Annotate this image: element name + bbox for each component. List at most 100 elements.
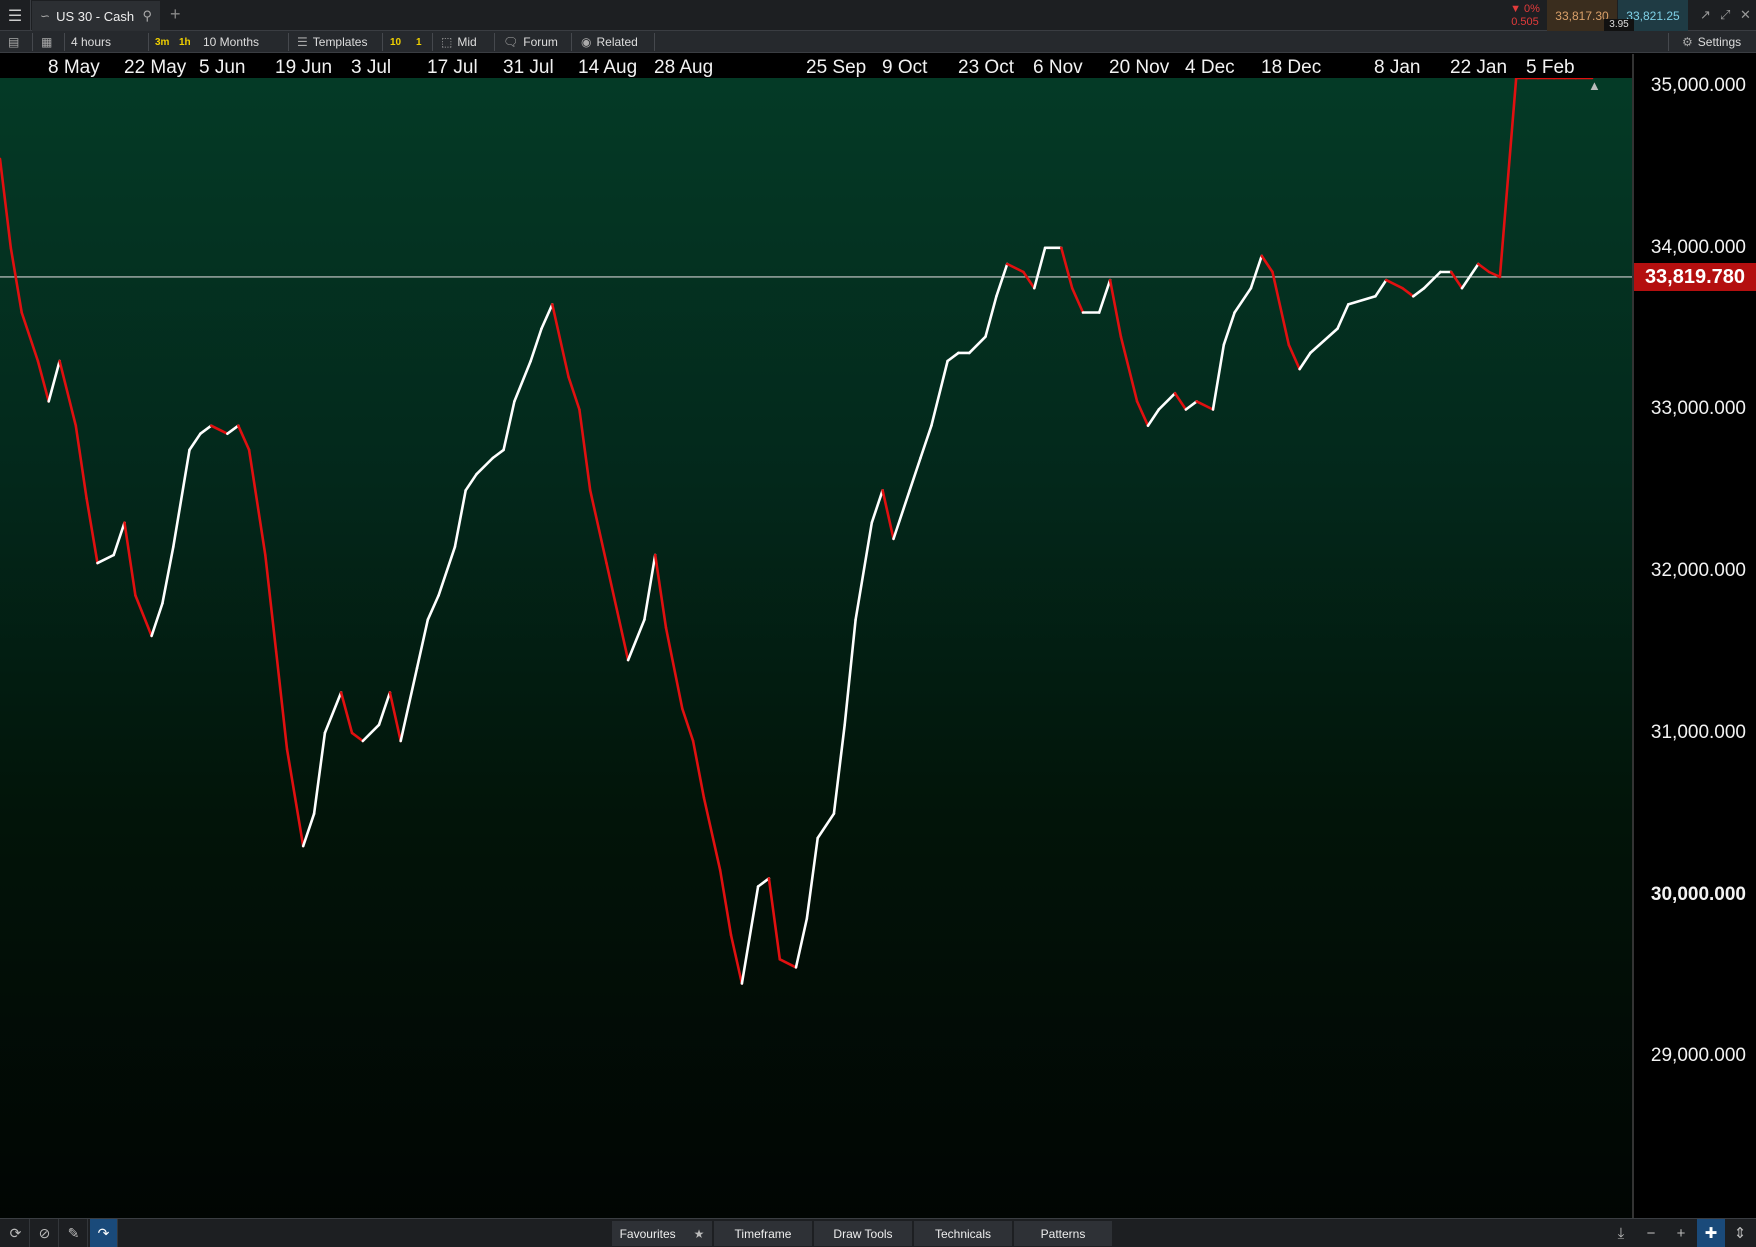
refresh-icon[interactable]: ⟳ <box>2 1219 30 1247</box>
favourites-label: Favourites <box>619 1226 676 1241</box>
badge-1[interactable]: 1 <box>416 31 422 53</box>
star-icon[interactable]: ★ <box>694 1227 705 1241</box>
price-chart[interactable]: ▲ <box>0 78 1632 1218</box>
price-line-segment <box>161 545 175 605</box>
price-line-segment <box>1309 327 1339 355</box>
search-icon[interactable]: ⚲ <box>142 8 152 24</box>
price-tick-label: 33,000.000 <box>1650 398 1746 419</box>
badge-10[interactable]: 10 <box>390 31 401 53</box>
price-line-segment <box>85 497 99 565</box>
price-line-segment <box>172 448 191 549</box>
favourites-tab[interactable]: Favourites ★ <box>612 1221 712 1246</box>
price-line-segment <box>805 836 820 921</box>
price-line-segment <box>1211 343 1226 411</box>
price-line-segment <box>9 246 24 314</box>
price-axis[interactable]: 33,819.780 35,000.000 34,000.000 33,000.00… <box>1632 54 1756 1218</box>
price-line-segment <box>967 335 987 355</box>
zoom-in-icon[interactable]: + <box>1667 1219 1695 1247</box>
price-line-segment <box>361 723 381 743</box>
download-icon[interactable]: ⤓ <box>1607 1219 1635 1247</box>
price-line-segment <box>464 472 478 492</box>
price-line-segment <box>20 311 40 363</box>
price-line-segment <box>150 602 164 638</box>
timeframe-tab[interactable]: Timeframe <box>714 1221 812 1246</box>
date-axis: 8 May 22 May 5 Jun 19 Jun 3 Jul 17 Jul 31 Jul 1… <box>0 54 1632 78</box>
price-line-segment <box>1233 286 1253 314</box>
interval-selector[interactable]: 4 hours <box>71 31 111 53</box>
price-line-segment <box>475 456 495 476</box>
forum-label: Forum <box>523 35 558 49</box>
forum-button[interactable]: 🗨 Forum <box>503 31 558 53</box>
date-tick-label: 14 Aug <box>578 57 638 78</box>
related-label: Related <box>596 35 638 49</box>
price-line-segment <box>626 618 646 662</box>
price-line-segment <box>588 488 608 565</box>
date-tick-label: 18 Dec <box>1261 57 1322 78</box>
price-tick-label: 32,000.000 <box>1650 560 1746 581</box>
expand-icon[interactable]: ⤢ <box>1720 7 1730 23</box>
date-tick-label: 5 Feb <box>1526 57 1575 78</box>
new-tab-button[interactable]: + <box>170 4 181 25</box>
date-tick-label: 25 Sep <box>806 57 867 78</box>
fit-vertical-icon[interactable]: ⇕ <box>1726 1219 1754 1247</box>
popout-icon[interactable]: ↗ <box>1700 7 1711 23</box>
cursor-tool-icon[interactable]: ↷ <box>90 1219 118 1247</box>
layout-grid-icon[interactable]: ▦ <box>41 31 52 53</box>
price-line-segment <box>1412 286 1426 298</box>
price-line-segment <box>415 618 430 670</box>
patterns-tab[interactable]: Patterns <box>1014 1221 1112 1246</box>
spread-badge: 3.95 <box>1604 19 1634 31</box>
settings-label: Settings <box>1697 35 1742 49</box>
date-tick-label: 22 Jan <box>1450 57 1508 78</box>
price-line-segment <box>1477 262 1491 274</box>
price-line-segment <box>843 618 857 727</box>
price-line-segment <box>1070 286 1085 314</box>
price-line-segment <box>188 432 202 452</box>
quick-interval-3m[interactable]: 3m <box>155 31 169 53</box>
hamburger-menu-icon[interactable]: ☰ <box>0 0 31 31</box>
price-line-segment <box>946 351 960 363</box>
change-value: 0.505 <box>1511 15 1539 28</box>
related-button[interactable]: ◉ Related <box>581 31 638 53</box>
mid-price-button[interactable]: ⬚ Mid <box>441 31 477 53</box>
zoom-out-icon[interactable]: − <box>1637 1219 1665 1247</box>
settings-button[interactable]: ⚙ Settings <box>1682 31 1741 53</box>
price-line-segment <box>399 666 419 743</box>
crosshair-icon[interactable]: ✚ <box>1697 1219 1725 1247</box>
price-line-segment <box>1260 254 1274 274</box>
price-line-segment <box>729 933 744 985</box>
price-line-segment <box>870 488 884 525</box>
pencil-icon[interactable]: ✎ <box>60 1219 88 1247</box>
draw-tools-tab[interactable]: Draw Tools <box>814 1221 912 1246</box>
price-line-segment <box>96 553 115 565</box>
templates-label: Templates <box>312 35 368 49</box>
bottom-bar: ⟳ ⊘ ✎ ↷ Favourites ★ Timeframe Draw Tool… <box>0 1218 1756 1247</box>
change-percent: ▼ 0% <box>1510 2 1540 15</box>
price-line-segment <box>350 731 365 743</box>
technicals-tab[interactable]: Technicals <box>914 1221 1012 1246</box>
price-line-segment <box>702 796 722 872</box>
list-icon[interactable]: ▤ <box>8 31 19 53</box>
date-tick-label: 20 Nov <box>1109 57 1170 78</box>
price-line-segment <box>1005 262 1025 274</box>
price-change: ▼ 0% 0.505 <box>1504 0 1546 31</box>
quick-interval-1h[interactable]: 1h <box>179 31 191 53</box>
price-line-chart[interactable] <box>0 78 1632 1218</box>
price-line-segment <box>199 424 213 436</box>
price-line-segment <box>854 521 874 622</box>
price-line-segment <box>1347 295 1377 306</box>
close-icon[interactable]: ✕ <box>1740 7 1751 23</box>
range-selector[interactable]: 10 Months <box>203 31 259 53</box>
price-line-segment <box>930 359 949 428</box>
home-marker-icon[interactable]: ▲ <box>1588 78 1602 93</box>
block-icon[interactable]: ⊘ <box>31 1219 59 1247</box>
price-line-segment <box>691 739 706 799</box>
instrument-tab[interactable]: ∽ US 30 - Cash ⚲ <box>32 1 160 31</box>
price-line-segment <box>643 553 657 622</box>
price-line-segment <box>794 917 809 969</box>
price-line-segment <box>615 610 630 662</box>
price-line-segment <box>718 868 733 937</box>
templates-button[interactable]: ☰ Templates <box>297 31 367 53</box>
price-line-segment <box>567 375 581 411</box>
date-tick-label: 17 Jul <box>427 57 478 78</box>
